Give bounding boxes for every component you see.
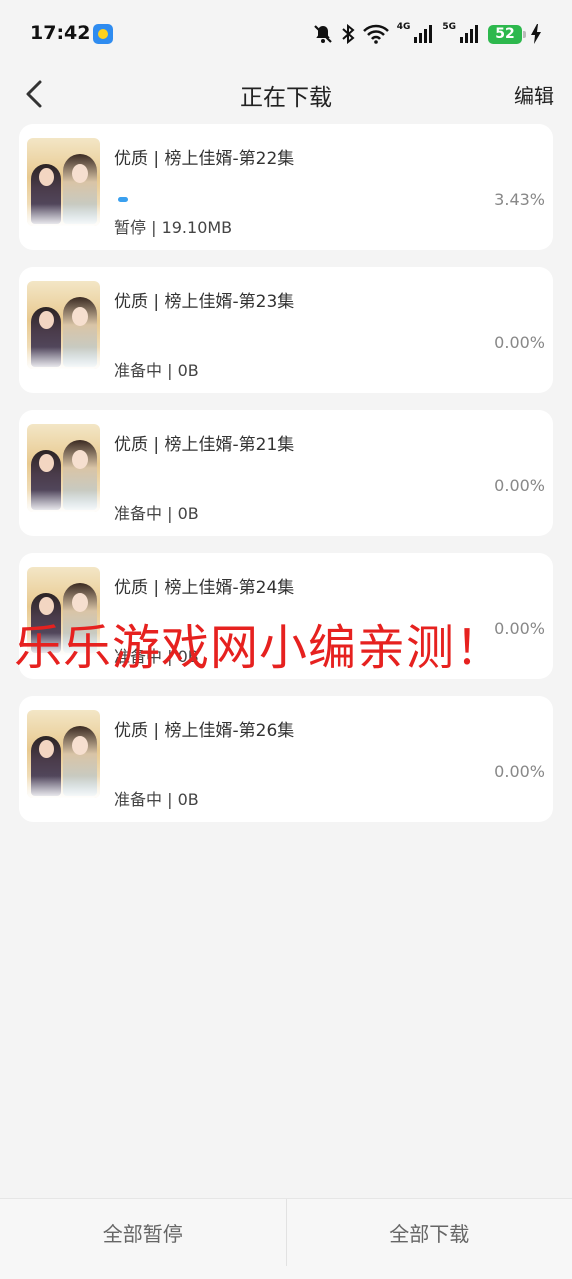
status-icons: 4G 5G 52 [313, 20, 542, 48]
status-time: 17:42 [30, 22, 91, 44]
download-title: 优质 | 榜上佳婿-第22集 [114, 149, 295, 169]
episode-thumbnail [27, 424, 100, 512]
download-status: 准备中 | 0B [114, 361, 199, 380]
download-percent: 3.43% [494, 190, 545, 209]
download-title: 优质 | 榜上佳婿-第21集 [114, 435, 295, 455]
app-notification-icon [93, 24, 113, 44]
pause-all-button[interactable]: 全部暂停 [0, 1199, 286, 1279]
download-status: 暂停 | 19.10MB [114, 218, 233, 237]
charging-icon [530, 24, 542, 44]
download-status: 准备中 | 0B [114, 504, 199, 523]
download-title: 优质 | 榜上佳婿-第23集 [114, 292, 295, 312]
status-bar: 17:42 4G 5G 52 [0, 0, 572, 68]
top-app-bar: 正在下载 编辑 [0, 68, 572, 120]
bluetooth-icon [341, 24, 355, 44]
wifi-icon [362, 24, 389, 44]
download-percent: 0.00% [494, 476, 545, 495]
episode-thumbnail [27, 710, 100, 798]
download-all-button[interactable]: 全部下载 [287, 1199, 572, 1279]
network-5g-label: 5G [442, 22, 456, 32]
download-progress-bar [118, 197, 128, 202]
watermark-text: 乐乐游戏网小编亲测！ [14, 620, 505, 676]
battery-icon: 52 [488, 24, 526, 44]
download-title: 优质 | 榜上佳婿-第26集 [114, 721, 295, 741]
episode-thumbnail [27, 281, 100, 369]
download-percent: 0.00% [494, 762, 545, 781]
bell-muted-icon [313, 24, 333, 44]
download-title: 优质 | 榜上佳婿-第24集 [114, 578, 295, 598]
signal-5g-icon [460, 25, 480, 43]
edit-button[interactable]: 编辑 [514, 80, 554, 109]
download-item[interactable]: 优质 | 榜上佳婿-第22集 3.43% 暂停 | 19.10MB [19, 124, 553, 250]
download-item[interactable]: 优质 | 榜上佳婿-第26集 0.00% 准备中 | 0B [19, 696, 553, 822]
download-status: 准备中 | 0B [114, 790, 199, 809]
download-item[interactable]: 优质 | 榜上佳婿-第21集 0.00% 准备中 | 0B [19, 410, 553, 536]
download-list: 优质 | 榜上佳婿-第22集 3.43% 暂停 | 19.10MB 优质 | 榜… [19, 124, 553, 839]
network-4g-label: 4G [396, 22, 411, 32]
signal-4g-icon [414, 25, 434, 43]
bottom-action-bar: 全部暂停 全部下载 [0, 1198, 572, 1279]
page-title: 正在下载 [240, 85, 332, 111]
download-percent: 0.00% [494, 333, 545, 352]
download-item[interactable]: 优质 | 榜上佳婿-第23集 0.00% 准备中 | 0B [19, 267, 553, 393]
episode-thumbnail [27, 138, 100, 226]
